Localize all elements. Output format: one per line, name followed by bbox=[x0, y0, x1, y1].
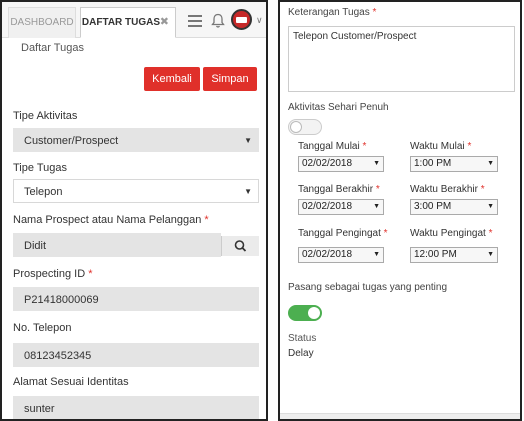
required-marker: * bbox=[467, 141, 472, 152]
customer-name-label: Nama Prospect atau Nama Pelanggan * bbox=[13, 214, 209, 226]
reminder-time-select[interactable]: 12:00 PM ▼ bbox=[410, 247, 498, 263]
end-date-select[interactable]: 02/02/2018 ▼ bbox=[298, 199, 384, 215]
reminder-date-value: 02/02/2018 bbox=[302, 249, 353, 260]
reminder-time-value: 12:00 PM bbox=[414, 249, 457, 260]
end-date-label: Tanggal Berakhir * bbox=[298, 184, 380, 195]
page-title: Daftar Tugas bbox=[21, 42, 84, 54]
task-form-panel: DASHBOARD DAFTAR TUGAS ✖ ∨ Daftar Tugas … bbox=[0, 0, 268, 421]
top-tab-bar: DASHBOARD DAFTAR TUGAS ✖ ∨ bbox=[2, 2, 266, 38]
start-time-select[interactable]: 1:00 PM ▼ bbox=[410, 156, 498, 172]
toggle-knob bbox=[308, 307, 320, 319]
start-date-value: 02/02/2018 bbox=[302, 158, 353, 169]
start-time-label-text: Waktu Mulai bbox=[410, 141, 465, 152]
reminder-date-label-text: Tanggal Pengingat bbox=[298, 228, 381, 239]
status-value: Delay bbox=[288, 348, 314, 359]
chevron-down-icon[interactable]: ∨ bbox=[256, 15, 263, 26]
activity-type-label: Tipe Aktivitas bbox=[13, 110, 78, 122]
required-marker: * bbox=[88, 268, 93, 280]
prospecting-id-value: P21418000069 bbox=[24, 294, 99, 306]
start-time-value: 1:00 PM bbox=[414, 158, 452, 169]
avatar-icon bbox=[236, 17, 247, 23]
dropdown-arrow-icon: ▼ bbox=[487, 251, 494, 258]
reminder-time-label: Waktu Pengingat * bbox=[410, 228, 492, 239]
search-icon bbox=[234, 240, 247, 252]
close-icon[interactable]: ✖ bbox=[160, 8, 169, 37]
reminder-date-label: Tanggal Pengingat * bbox=[298, 228, 388, 239]
required-marker: * bbox=[383, 228, 388, 239]
address-label: Alamat Sesuai Identitas bbox=[13, 376, 129, 388]
dropdown-arrow-icon: ▼ bbox=[373, 251, 380, 258]
phone-field[interactable]: 08123452345 bbox=[13, 343, 259, 367]
activity-type-select[interactable]: Customer/Prospect ▼ bbox=[13, 128, 259, 152]
required-marker: * bbox=[375, 184, 380, 195]
status-label: Status bbox=[288, 333, 317, 344]
dropdown-arrow-icon: ▼ bbox=[487, 160, 494, 167]
tab-daftar-tugas[interactable]: DAFTAR TUGAS ✖ bbox=[80, 7, 176, 38]
end-time-label-text: Waktu Berakhir bbox=[410, 184, 478, 195]
toggle-knob bbox=[290, 121, 302, 133]
prospecting-id-label-text: Prospecting ID bbox=[13, 268, 86, 280]
important-task-toggle[interactable] bbox=[288, 305, 322, 321]
required-marker: * bbox=[488, 228, 493, 239]
required-marker: * bbox=[362, 141, 367, 152]
start-time-label: Waktu Mulai * bbox=[410, 141, 471, 152]
footer-bar bbox=[280, 413, 520, 419]
dropdown-arrow-icon: ▼ bbox=[373, 203, 380, 210]
tab-dashboard-label: DASHBOARD bbox=[10, 17, 74, 28]
dropdown-arrow-icon: ▼ bbox=[373, 160, 380, 167]
customer-name-value: Didit bbox=[24, 240, 47, 252]
end-date-value: 02/02/2018 bbox=[302, 201, 353, 212]
customer-name-label-text: Nama Prospect atau Nama Pelanggan bbox=[13, 214, 202, 226]
task-type-select[interactable]: Telepon ▼ bbox=[13, 179, 259, 203]
task-type-label: Tipe Tugas bbox=[13, 162, 68, 174]
save-button[interactable]: Simpan bbox=[203, 67, 257, 91]
tab-dashboard[interactable]: DASHBOARD bbox=[8, 7, 76, 38]
customer-name-field[interactable]: Didit bbox=[13, 233, 221, 257]
dropdown-arrow-icon: ▼ bbox=[244, 187, 252, 196]
description-value: Telepon Customer/Prospect bbox=[293, 31, 417, 42]
activity-type-value: Customer/Prospect bbox=[24, 135, 119, 147]
start-date-select[interactable]: 02/02/2018 ▼ bbox=[298, 156, 384, 172]
all-day-label: Aktivitas Sehari Penuh bbox=[288, 102, 389, 113]
required-marker: * bbox=[204, 214, 209, 226]
reminder-time-label-text: Waktu Pengingat bbox=[410, 228, 486, 239]
task-detail-panel: Keterangan Tugas * Telepon Customer/Pros… bbox=[278, 0, 522, 421]
required-marker: * bbox=[372, 7, 377, 18]
end-time-label: Waktu Berakhir * bbox=[410, 184, 485, 195]
dropdown-arrow-icon: ▼ bbox=[244, 136, 252, 145]
all-day-toggle[interactable] bbox=[288, 119, 322, 135]
phone-label: No. Telepon bbox=[13, 322, 72, 334]
search-button[interactable] bbox=[221, 236, 259, 256]
address-value: sunter bbox=[24, 403, 55, 415]
back-button[interactable]: Kembali bbox=[144, 67, 200, 91]
description-label: Keterangan Tugas * bbox=[288, 7, 376, 18]
prospecting-id-field[interactable]: P21418000069 bbox=[13, 287, 259, 311]
required-marker: * bbox=[480, 184, 485, 195]
description-textarea[interactable]: Telepon Customer/Prospect bbox=[288, 26, 515, 92]
menu-icon[interactable] bbox=[188, 15, 202, 27]
end-time-select[interactable]: 3:00 PM ▼ bbox=[410, 199, 498, 215]
reminder-date-select[interactable]: 02/02/2018 ▼ bbox=[298, 247, 384, 263]
prospecting-id-label: Prospecting ID * bbox=[13, 268, 93, 280]
bell-icon[interactable] bbox=[211, 13, 225, 29]
important-task-label: Pasang sebagai tugas yang penting bbox=[288, 282, 448, 293]
start-date-label-text: Tanggal Mulai bbox=[298, 141, 360, 152]
avatar[interactable] bbox=[231, 9, 252, 30]
task-type-value: Telepon bbox=[24, 186, 63, 198]
end-time-value: 3:00 PM bbox=[414, 201, 452, 212]
end-date-label-text: Tanggal Berakhir bbox=[298, 184, 374, 195]
dropdown-arrow-icon: ▼ bbox=[487, 203, 494, 210]
description-label-text: Keterangan Tugas bbox=[288, 7, 370, 18]
tab-daftar-tugas-label: DAFTAR TUGAS bbox=[81, 17, 161, 28]
start-date-label: Tanggal Mulai * bbox=[298, 141, 366, 152]
address-field[interactable]: sunter bbox=[13, 396, 259, 419]
phone-value: 08123452345 bbox=[24, 350, 92, 362]
